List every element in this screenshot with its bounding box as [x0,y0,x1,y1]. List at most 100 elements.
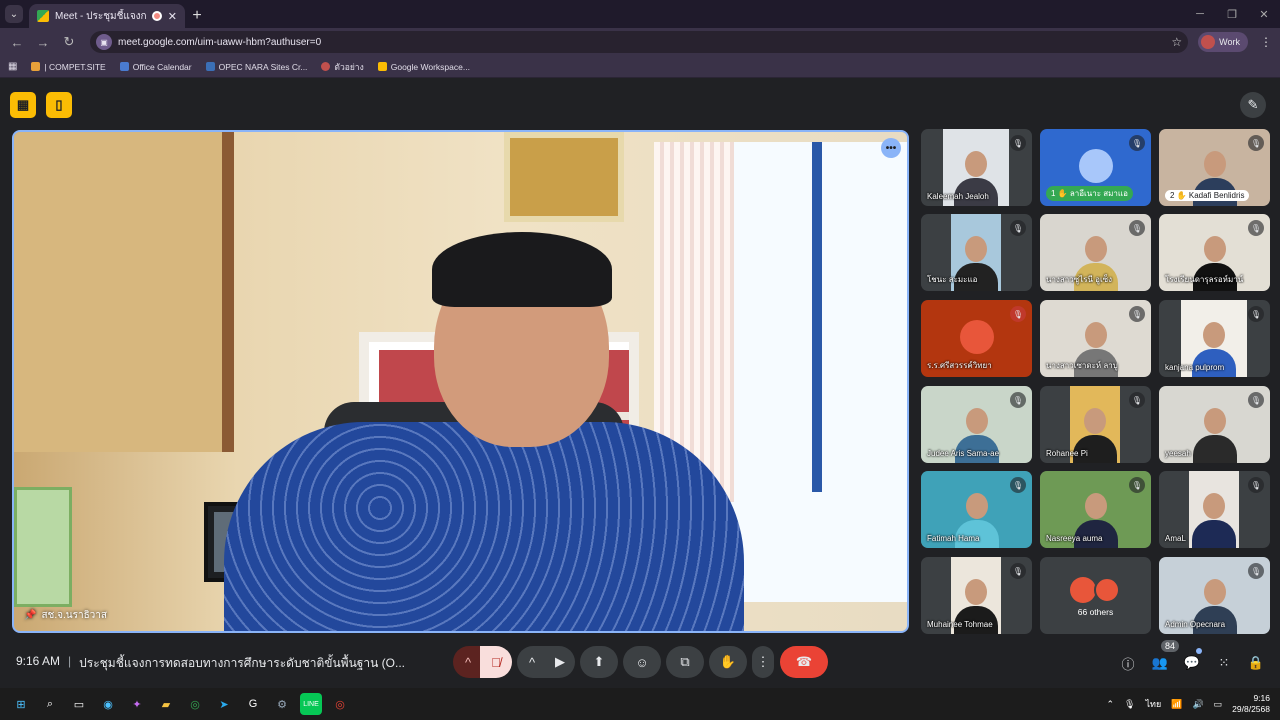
pin-icon: 📌 [24,610,37,621]
profile-label: Work [1219,37,1240,47]
back-icon[interactable]: ← [6,31,28,53]
activities-icon[interactable]: ⁙ [1213,652,1235,674]
close-window-icon[interactable]: ✕ [1248,0,1280,28]
battery-icon[interactable]: ▭ [1214,699,1223,710]
participant-tile[interactable]: 🎙 Fatimah Hama [921,471,1032,548]
site-info-icon[interactable]: ▣ [96,34,112,50]
main-video-tile[interactable]: ••• 📌 สช.จ.นราธิวาส [12,130,909,633]
new-tab-button[interactable]: + [185,4,209,28]
wifi-icon[interactable]: 📶 [1171,699,1182,710]
chat-icon[interactable]: 💬 [1181,652,1203,674]
task-view-icon[interactable]: ▭ [68,693,90,715]
mic-off-icon: 🎙 [1129,392,1145,408]
clock[interactable]: 9:16 29/8/2568 [1232,693,1270,715]
tab-strip: ⌄ Meet - ประชุมชี้แจงการทดสอบ... ✕ + ─ ❐… [0,0,1280,28]
edge-icon[interactable]: ◉ [97,693,119,715]
more-options-button[interactable]: ⋮ [752,646,774,678]
tab-search-button[interactable]: ⌄ [5,5,23,23]
certificate [14,487,72,607]
tab-meet[interactable]: Meet - ประชุมชี้แจงการทดสอบ... ✕ [29,4,185,28]
volume-icon[interactable]: 🔊 [1192,699,1203,710]
bookmark-star-icon[interactable]: ☆ [1171,35,1182,49]
app-icon[interactable]: G [242,693,264,715]
search-icon[interactable]: ⌕ [39,693,61,715]
camera-toggle-button[interactable]: ▶ [545,646,575,678]
chrome-profile-icon[interactable]: ◎ [329,693,351,715]
profile-avatar [1201,35,1216,49]
more-options-icon[interactable]: ••• [881,138,901,158]
forward-icon[interactable]: → [32,31,54,53]
close-tab-icon[interactable]: ✕ [168,10,177,23]
telegram-icon[interactable]: ➤ [213,693,235,715]
participant-tile[interactable]: 🎙 Admin Opecnara [1159,557,1270,634]
tray-expand-icon[interactable]: ⌃ [1107,699,1115,710]
participant-tile[interactable]: 🎙 Nasreeya auma [1040,471,1151,548]
participant-tile[interactable]: 🎙 โรงเรียนดารุลรอห์มาน์ [1159,214,1270,291]
participant-name: kanjana pulprom [1165,363,1225,372]
pen-icon[interactable]: ✎ [1240,92,1266,118]
participant-tile[interactable]: 🎙 นางสาวเซาดะห์ ลาบู [1040,300,1151,377]
bookmark-compet[interactable]: | COMPET.SITE [31,62,106,72]
address-bar[interactable]: ▣ meet.google.com/uim-uaww-hbm?authuser=… [90,31,1189,53]
mic-off-icon: 🎙̸ [491,654,501,670]
chrome-icon[interactable]: ◎ [184,693,206,715]
participant-name: Kaleemah Jealoh [927,192,989,201]
participant-tile[interactable]: 🎙 โชนะ สะมะแอ [921,214,1032,291]
reactions-button[interactable]: ☺ [623,646,661,678]
mic-toggle-button[interactable]: 🎙̸ [480,646,512,678]
bookmark-google-workspace[interactable]: Google Workspace... [377,62,470,72]
camera-icon: ▶ [555,654,565,669]
profile-button[interactable]: Work [1198,32,1248,52]
others-tile[interactable]: 66 others [1040,557,1151,634]
participant-tile[interactable]: 🎙 1 ✋ ลาอีเนาะ สมาแอ [1040,129,1151,206]
chat-unread-dot [1196,648,1202,654]
host-controls-icon[interactable]: 🔒 [1245,652,1267,674]
participant-tile[interactable]: 🎙 ร.ร.ศรีสวรรค์วิทยา [921,300,1032,377]
participant-tile[interactable]: 🎙 2 ✋ Kadafi Benlidris [1159,129,1270,206]
mic-off-icon: 🎙 [1010,306,1026,322]
microphone-icon[interactable]: 🎙 [1124,699,1135,710]
minimize-icon[interactable]: ─ [1184,0,1216,28]
apps-grid-icon[interactable]: ▦ [8,61,17,72]
browser-menu-icon[interactable]: ⋮ [1258,35,1274,49]
mic-off-icon: 🎙 [1129,477,1145,493]
people-icon[interactable]: 👥 [1149,652,1171,674]
bookmark-office-calendar[interactable]: Office Calendar [119,62,192,72]
participant-tile[interactable]: 🎙 kanjana pulprom [1159,300,1270,377]
participant-name: Nasreeya auma [1046,534,1103,543]
windows-start-icon[interactable]: ⊞ [10,693,32,715]
file-explorer-icon[interactable]: ▰ [155,693,177,715]
reload-icon[interactable]: ↻ [58,31,80,53]
meeting-info: 9:16 AM | ประชุมชี้แจงการทดสอบทางการศึกษ… [16,654,405,673]
participant-tile[interactable]: 🎙 Judee Aris Sama-ae [921,386,1032,463]
participant-name: Admin Opecnara [1165,620,1226,629]
leave-call-button[interactable]: ☎ [780,646,828,678]
present-button[interactable]: ⬆ [580,646,618,678]
participant-name: Fatimah Hama [927,534,980,543]
participant-tile[interactable]: 🎙 Rohanee Pi [1040,386,1151,463]
participant-tile[interactable]: 🎙 Muhainee Tohmae [921,557,1032,634]
line-icon[interactable]: LINE [300,693,322,715]
door-icon[interactable]: ▯ [46,92,72,118]
bookmark-opec-nara[interactable]: OPEC NARA Sites Cr... [205,62,307,72]
participant-tile[interactable]: 🎙 yeesah [1159,386,1270,463]
copilot-icon[interactable]: ✦ [126,693,148,715]
language-indicator[interactable]: ไทย [1145,697,1161,711]
restore-icon[interactable]: ❐ [1216,0,1248,28]
windows-taskbar: ⊞ ⌕ ▭ ◉ ✦ ▰ ◎ ➤ G ⚙ LINE ◎ [0,688,1280,720]
tray-time: 9:16 [1253,693,1270,703]
participant-name: yeesah [1165,449,1191,458]
presentation-off-icon[interactable]: ▦ [10,92,36,118]
raise-hand-button[interactable]: ✋ [709,646,747,678]
participant-name-pill: 1 ✋ ลาอีเนาะ สมาแอ [1046,186,1133,201]
audio-options-button[interactable]: ^ [453,646,483,678]
participant-tile[interactable]: 🎙 AmaL [1159,471,1270,548]
video-options-button[interactable]: ^ [517,646,547,678]
participant-tile[interactable]: 🎙 นางสาวซูไรนี อูเซ็ง [1040,214,1151,291]
participant-tile[interactable]: 🎙 Kaleemah Jealoh [921,129,1032,206]
captions-button[interactable]: ⧉ [666,646,704,678]
portrait-frame [504,132,624,222]
meeting-details-icon[interactable]: ⓘ [1117,652,1139,674]
bookmark-example[interactable]: ตัวอย่าง [321,60,364,74]
steam-icon[interactable]: ⚙ [271,693,293,715]
